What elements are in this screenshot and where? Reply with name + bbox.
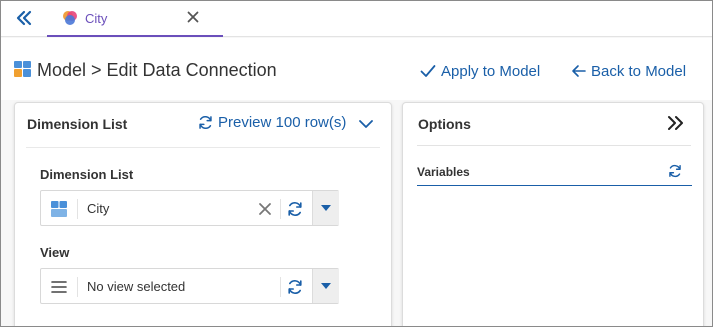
caret-down-icon bbox=[321, 283, 331, 289]
tab-bar: City bbox=[1, 1, 712, 37]
back-to-model-label: Back to Model bbox=[591, 62, 687, 80]
city-model-icon bbox=[63, 11, 77, 25]
dimension-list-label: Dimension List bbox=[40, 167, 134, 182]
caret-down-icon bbox=[321, 205, 331, 211]
app-window: City Model > Edit Data Connection Apply … bbox=[0, 0, 713, 327]
refresh-icon[interactable] bbox=[668, 164, 682, 178]
tab-city[interactable]: City bbox=[47, 1, 223, 37]
dimension-dropdown-button[interactable] bbox=[312, 191, 339, 225]
chevron-down-icon[interactable] bbox=[358, 116, 374, 132]
preview-rows-button[interactable]: Preview 100 row(s) bbox=[198, 114, 346, 131]
options-panel-title: Options bbox=[418, 116, 471, 132]
view-value: No view selected bbox=[87, 279, 186, 294]
apply-to-model-button[interactable]: Apply to Model bbox=[420, 60, 540, 82]
refresh-icon[interactable] bbox=[287, 279, 303, 295]
double-chevron-left-icon bbox=[16, 10, 32, 26]
refresh-icon bbox=[199, 115, 212, 130]
divider bbox=[280, 277, 281, 297]
back-to-model-button[interactable]: Back to Model bbox=[571, 60, 686, 82]
model-grid-icon bbox=[14, 61, 31, 77]
dimension-select[interactable]: City bbox=[40, 190, 339, 226]
collapse-sidebar-button[interactable] bbox=[13, 7, 35, 29]
arrow-left-icon bbox=[572, 65, 586, 77]
double-chevron-right-icon[interactable] bbox=[666, 114, 686, 132]
tab-close-button[interactable] bbox=[185, 9, 201, 25]
view-dropdown-button[interactable] bbox=[312, 269, 339, 303]
page-title: Model > Edit Data Connection bbox=[37, 60, 277, 80]
variables-underline bbox=[417, 185, 692, 186]
view-select[interactable]: No view selected bbox=[40, 268, 339, 304]
list-icon bbox=[51, 281, 67, 293]
dimension-icon bbox=[51, 201, 67, 217]
apply-to-model-label: Apply to Model bbox=[441, 62, 541, 80]
clear-icon[interactable] bbox=[257, 201, 273, 217]
divider bbox=[280, 199, 281, 219]
page-header: Model > Edit Data Connection Apply to Mo… bbox=[1, 38, 712, 100]
divider bbox=[77, 199, 78, 219]
tab-label: City bbox=[85, 11, 108, 26]
dimension-settings: Dimension List City View No view selecte… bbox=[26, 147, 380, 326]
checkmark-icon bbox=[420, 65, 436, 77]
close-icon bbox=[187, 11, 199, 23]
options-panel: Options Variables bbox=[402, 102, 704, 326]
refresh-icon[interactable] bbox=[287, 201, 303, 217]
dimension-value: City bbox=[87, 201, 110, 216]
dimension-list-panel: Dimension List Preview 100 row(s) Dimens… bbox=[14, 102, 392, 326]
divider bbox=[417, 145, 691, 146]
preview-rows-label: Preview 100 row(s) bbox=[218, 114, 347, 131]
divider bbox=[77, 277, 78, 297]
dimension-panel-title: Dimension List bbox=[27, 116, 128, 132]
variables-label: Variables bbox=[417, 165, 470, 179]
view-label: View bbox=[40, 245, 70, 260]
